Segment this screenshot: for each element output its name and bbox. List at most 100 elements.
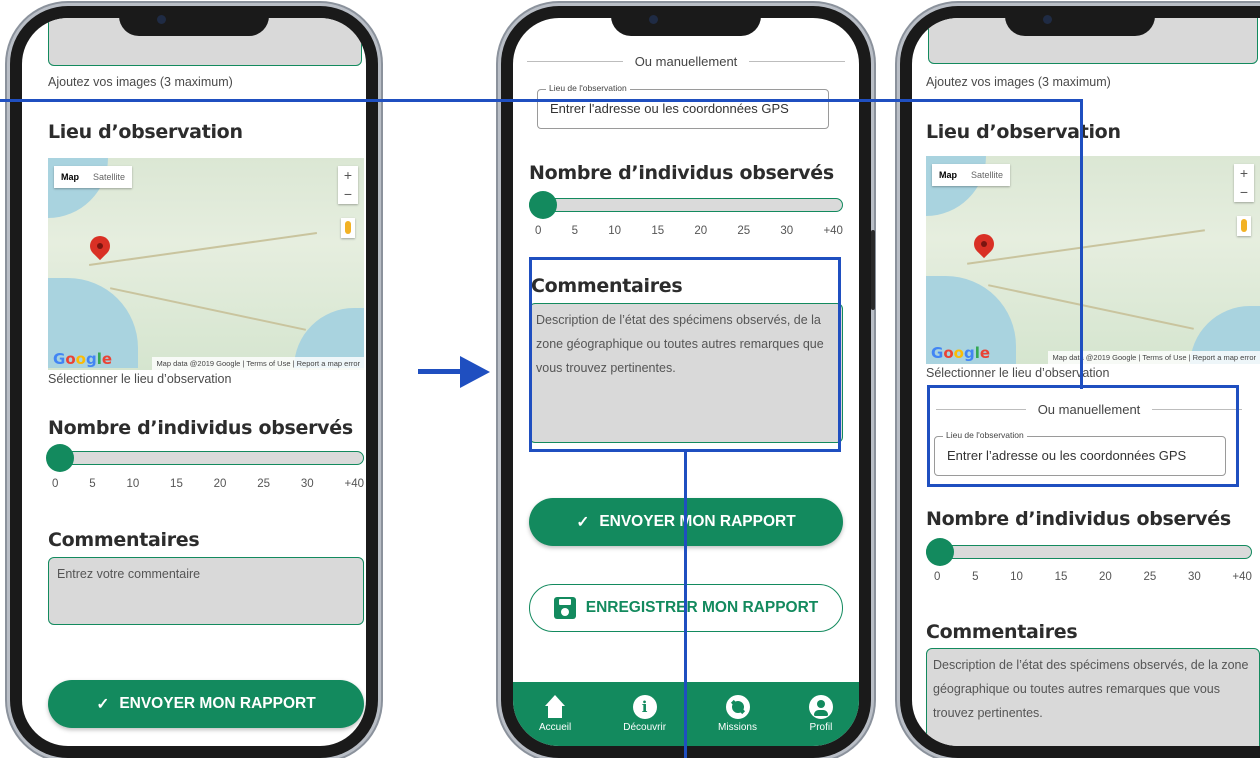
count-slider-track[interactable] bbox=[926, 545, 1252, 559]
tick-label: 5 bbox=[972, 571, 979, 583]
lifebuoy-icon bbox=[725, 695, 750, 719]
location-map[interactable]: Map Satellite + − Google Map data @2019 … bbox=[926, 156, 1260, 364]
tick-label: 5 bbox=[89, 478, 96, 490]
save-report-label: ENREGISTRER MON RAPPORT bbox=[585, 599, 819, 616]
count-slider-ticks: 0 5 10 15 20 25 30 +40 bbox=[535, 225, 843, 237]
map-marker-icon[interactable] bbox=[85, 231, 115, 261]
submit-report-button[interactable]: ✓ ENVOYER MON RAPPORT bbox=[48, 680, 364, 728]
phone-notch bbox=[119, 6, 269, 36]
map-type-map[interactable]: Map bbox=[54, 166, 86, 188]
tick-label: 10 bbox=[608, 225, 622, 237]
floppy-disk-icon bbox=[553, 597, 576, 619]
check-icon: ✓ bbox=[576, 513, 590, 531]
comments-input[interactable]: Entrez votre commentaire bbox=[48, 557, 364, 625]
location-title: Lieu d’observation bbox=[48, 121, 243, 143]
map-type-toggle[interactable]: Map Satellite bbox=[54, 166, 133, 188]
tick-label: 15 bbox=[1054, 571, 1068, 583]
count-slider-ticks: 0 5 10 15 20 25 30 +40 bbox=[52, 478, 364, 490]
count-slider-track[interactable] bbox=[529, 198, 843, 212]
street-view-pegman-icon[interactable] bbox=[1237, 216, 1251, 236]
submit-report-label: ENVOYER MON RAPPORT bbox=[119, 695, 316, 712]
map-type-toggle[interactable]: Map Satellite bbox=[932, 164, 1011, 186]
phone-1-screen: Ajoutez vos images (3 maximum) Lieu d’ob… bbox=[22, 18, 366, 746]
tick-label: 25 bbox=[737, 225, 751, 237]
manual-label: Ou manuellement bbox=[634, 54, 738, 69]
zoom-in-button[interactable]: + bbox=[338, 166, 358, 185]
google-logo: Google bbox=[53, 350, 113, 368]
nav-label-discover: Découvrir bbox=[623, 722, 667, 733]
tick-label: 0 bbox=[934, 571, 941, 583]
tick-label: 25 bbox=[257, 478, 271, 490]
nav-label-home: Accueil bbox=[539, 722, 572, 733]
tick-label: 0 bbox=[52, 478, 59, 490]
manual-location-field[interactable]: Lieu de l'observation Entrer l'adresse o… bbox=[537, 83, 829, 129]
tick-label: 10 bbox=[126, 478, 140, 490]
phone-notch bbox=[611, 6, 761, 36]
tick-label: 30 bbox=[1187, 571, 1201, 583]
location-caption: Sélectionner le lieu d’observation bbox=[48, 372, 232, 386]
check-icon: ✓ bbox=[96, 695, 110, 713]
manual-location-legend: Lieu de l'observation bbox=[546, 83, 630, 93]
images-hint: Ajoutez vos images (3 maximum) bbox=[926, 75, 1111, 89]
tick-label: 30 bbox=[780, 225, 794, 237]
count-title: Nombre d’individus observés bbox=[926, 508, 1231, 530]
map-marker-icon[interactable] bbox=[969, 229, 999, 259]
comments-title: Commentaires bbox=[48, 529, 200, 551]
zoom-controls: + − bbox=[1234, 164, 1254, 202]
location-map[interactable]: Map Satellite + − Google Map data @2019 … bbox=[48, 158, 364, 370]
zoom-in-button[interactable]: + bbox=[1234, 164, 1254, 183]
tick-label: 10 bbox=[1010, 571, 1023, 583]
tick-label: 20 bbox=[213, 478, 227, 490]
comments-input[interactable]: Description de l’état des spécimens obse… bbox=[926, 648, 1260, 746]
flow-arrow-shaft bbox=[418, 369, 464, 374]
google-logo: Google bbox=[931, 344, 991, 362]
count-slider-track[interactable] bbox=[48, 451, 364, 465]
map-type-satellite[interactable]: Satellite bbox=[86, 166, 132, 188]
tick-label: +40 bbox=[344, 478, 364, 490]
zoom-out-button[interactable]: − bbox=[1234, 183, 1254, 202]
phone-mockup-1: Ajoutez vos images (3 maximum) Lieu d’ob… bbox=[10, 6, 378, 758]
count-title: Nombre d’individus observés bbox=[529, 162, 834, 184]
manual-location-input[interactable]: Entrer l'adresse ou les coordonnées GPS bbox=[550, 101, 789, 116]
highlight-comments bbox=[529, 257, 841, 452]
count-slider-thumb[interactable] bbox=[529, 191, 557, 219]
flow-arrow-head bbox=[460, 356, 490, 388]
map-attribution: Map data @2019 Google | Terms of Use | R… bbox=[152, 357, 364, 370]
street-view-pegman-icon[interactable] bbox=[341, 218, 355, 238]
phone-3-screen: Ajoutez vos images (3 maximum) Lieu d’ob… bbox=[912, 18, 1260, 746]
connector-line bbox=[0, 99, 1083, 102]
submit-report-label: ENVOYER MON RAPPORT bbox=[599, 513, 796, 530]
tick-label: 25 bbox=[1143, 571, 1157, 583]
tick-label: +40 bbox=[1232, 571, 1252, 583]
zoom-out-button[interactable]: − bbox=[338, 185, 358, 204]
nav-item-profile[interactable]: Profil bbox=[808, 695, 833, 733]
tick-label: 20 bbox=[1099, 571, 1112, 583]
tick-label: 5 bbox=[571, 225, 579, 237]
nav-item-discover[interactable]: i Découvrir bbox=[623, 695, 666, 733]
connector-line bbox=[1080, 99, 1083, 389]
comments-title: Commentaires bbox=[926, 621, 1078, 643]
nav-item-missions[interactable]: Missions bbox=[718, 695, 757, 733]
tick-label: 15 bbox=[170, 478, 183, 490]
tick-label: 0 bbox=[535, 225, 542, 237]
info-icon: i bbox=[632, 695, 657, 719]
tick-label: +40 bbox=[823, 225, 843, 237]
map-type-map[interactable]: Map bbox=[932, 164, 964, 186]
side-button bbox=[871, 230, 875, 310]
user-icon bbox=[808, 695, 833, 719]
count-slider-thumb[interactable] bbox=[46, 444, 74, 472]
nav-label-missions: Missions bbox=[718, 722, 757, 733]
count-slider-thumb[interactable] bbox=[926, 538, 954, 566]
nav-label-profile: Profil bbox=[809, 722, 833, 733]
count-slider-ticks: 0 5 10 15 20 25 30 +40 bbox=[934, 571, 1252, 583]
highlight-manual-location bbox=[927, 385, 1239, 487]
tick-label: 30 bbox=[300, 478, 314, 490]
zoom-controls: + − bbox=[338, 166, 358, 204]
map-type-satellite[interactable]: Satellite bbox=[964, 164, 1010, 186]
connector-line bbox=[684, 452, 687, 758]
nav-item-home[interactable]: Accueil bbox=[539, 695, 571, 733]
count-title: Nombre d’individus observés bbox=[48, 417, 353, 439]
home-icon bbox=[543, 695, 567, 719]
manual-divider: Ou manuellement bbox=[527, 54, 845, 69]
phone-notch bbox=[1005, 6, 1155, 36]
